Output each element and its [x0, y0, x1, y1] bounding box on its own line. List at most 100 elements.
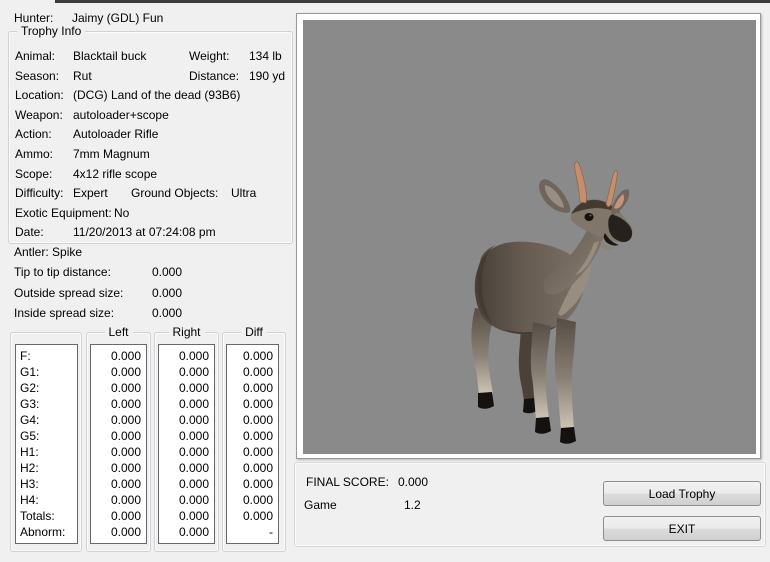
score-row-label: H3: [20, 477, 39, 491]
antler-row: Inside spread size: 0.000 [8, 303, 293, 323]
field-label-2: Distance: [189, 68, 240, 83]
score-row-label: H2: [20, 461, 39, 475]
field-value: autoloader+scope [73, 107, 169, 122]
antler-field-value: 0.000 [152, 305, 183, 320]
score-diff-list: 0.000 0.000 0.000 0.000 0.000 0.000 0.000 0.000… [226, 344, 279, 544]
field-label: Difficulty: [15, 186, 64, 201]
trophy-info-row: Season: Rut Distance: 190 yd [9, 66, 292, 86]
field-label: Animal: [15, 49, 56, 63]
score-value: 0.000 [110, 365, 141, 379]
trophy-viewer-window: Hunter: Jaimy (GDL) Fun Trophy Info Anim… [0, 0, 770, 562]
field-value: 7mm Magnum [73, 146, 150, 161]
score-value: 0.000 [178, 477, 209, 491]
score-left-list: 0.000 0.000 0.000 0.000 0.000 0.000 0.000 0.000… [90, 344, 147, 544]
field-label-2: Weight: [189, 49, 230, 63]
trophy-info-row: Exotic Equipment: No [9, 203, 292, 223]
trophy-info-row: Ammo: 7mm Magnum [9, 144, 292, 164]
field-value: 11/20/2013 at 07:24:08 pm [73, 225, 216, 240]
antler-field-value: 0.000 [152, 265, 183, 280]
score-row-label: G1: [20, 365, 40, 379]
field-value: 4x12 rifle scope [73, 166, 158, 181]
window-top-edge [55, 0, 770, 3]
game-label: Game [304, 498, 337, 512]
deer-eye [584, 213, 594, 221]
field-label-2: Ground Objects: [131, 186, 219, 201]
field-value: Rut [73, 68, 92, 83]
score-value: 0.000 [178, 509, 209, 523]
field-value: Expert [73, 186, 108, 201]
trophy-info-row: Scope: 4x12 rifle scope [9, 164, 292, 184]
antler-field-label: Tip to tip distance: [14, 265, 111, 280]
score-value: 0.000 [110, 349, 141, 363]
trophy-info-groupbox: Trophy Info Animal: Blacktail buck Weigh… [8, 24, 293, 244]
score-row-label: F: [20, 349, 31, 363]
score-value: 0.000 [242, 461, 273, 475]
score-value: 0.000 [242, 429, 273, 443]
score-row-label: Abnorm: [20, 525, 66, 539]
score-row-label: G5: [20, 429, 40, 443]
load-trophy-button[interactable]: Load Trophy [603, 481, 761, 506]
trophy-info-row: Date: 11/20/2013 at 07:24:08 pm [9, 222, 292, 242]
deer-antler-left [574, 161, 587, 204]
score-value: 0.000 [110, 493, 141, 507]
score-value: 0.000 [242, 349, 273, 363]
score-value: 0.000 [110, 429, 141, 443]
score-value: 0.000 [178, 525, 209, 539]
field-value: Blacktail buck [73, 49, 147, 63]
score-row-label: H1: [20, 445, 39, 459]
score-value: 0.000 [110, 381, 141, 395]
field-value: (DCG) Land of the dead (93B6) [73, 88, 241, 103]
hunter-row: Hunter: Jaimy (GDL) Fun [14, 11, 294, 25]
hunter-label: Hunter: [14, 11, 54, 25]
score-row-label: G4: [20, 413, 40, 427]
score-value: 0.000 [110, 461, 141, 475]
score-left-header: Left [104, 325, 133, 339]
field-label: Scope: [15, 166, 53, 181]
score-value: 0.000 [178, 429, 209, 443]
score-value: 0.000 [110, 525, 141, 539]
score-value: 0.000 [178, 397, 209, 411]
score-diff-header: Diff [241, 325, 267, 339]
score-value: 0.000 [242, 381, 273, 395]
final-score-label: FINAL SCORE: [306, 475, 389, 489]
exit-button[interactable]: EXIT [603, 516, 761, 541]
score-row-label: H4: [20, 493, 39, 507]
field-label: Exotic Equipment: [15, 205, 112, 220]
field-value: No [114, 205, 130, 220]
score-value: 0.000 [242, 493, 273, 507]
trophy-info-row: Animal: Blacktail buck Weight: 134 lb [9, 46, 292, 66]
score-diff-groupbox: Diff 0.000 0.000 0.000 0.000 0.000 0.000 0.000… [222, 325, 286, 552]
trophy-info-row: Weapon: autoloader+scope [9, 105, 292, 125]
antler-field-label: Outside spread size: [14, 285, 124, 300]
score-value: 0.000 [178, 493, 209, 507]
score-value: 0.000 [178, 445, 209, 459]
score-left-groupbox: Left 0.000 0.000 0.000 0.000 0.000 0.000 0.000… [86, 325, 151, 552]
field-label: Date: [15, 225, 44, 240]
trophy-info-row: Action: Autoloader Rifle [9, 124, 292, 144]
score-value: 0.000 [110, 445, 141, 459]
score-value: 0.000 [242, 509, 273, 523]
antler-row: Outside spread size: 0.000 [8, 283, 293, 303]
score-value: 0.000 [110, 397, 141, 411]
trophy-3d-viewport[interactable] [303, 20, 756, 454]
score-value: 0.000 [110, 477, 141, 491]
field-label: Location: [15, 88, 64, 103]
score-rowlabels-groupbox: F: G1: G2: G3: G4: G5: H1: H2: H3: H4: Totals: Abno… [10, 332, 82, 552]
score-right-list: 0.000 0.000 0.000 0.000 0.000 0.000 0.000 0.000… [158, 344, 215, 544]
score-value: 0.000 [110, 413, 141, 427]
trophy-info-title: Trophy Info [17, 24, 86, 38]
score-value: 0.000 [178, 381, 209, 395]
antler-field-label: Antler: Spike [14, 245, 83, 259]
score-value: 0.000 [178, 349, 209, 363]
score-value: 0.000 [178, 413, 209, 427]
field-value-2: 190 yd [249, 68, 286, 83]
antler-row: Tip to tip distance: 0.000 [8, 262, 293, 282]
summary-groupbox: FINAL SCORE: 0.000 Game 1.2 Load Trophy … [294, 462, 766, 547]
score-value: 0.000 [242, 477, 273, 491]
final-score-value: 0.000 [398, 475, 429, 489]
score-value: 0.000 [242, 413, 273, 427]
score-value: 0.000 [242, 397, 273, 411]
antler-field-value: 0.000 [152, 285, 183, 300]
field-label: Ammo: [15, 146, 54, 161]
antler-field-label: Inside spread size: [14, 305, 115, 320]
